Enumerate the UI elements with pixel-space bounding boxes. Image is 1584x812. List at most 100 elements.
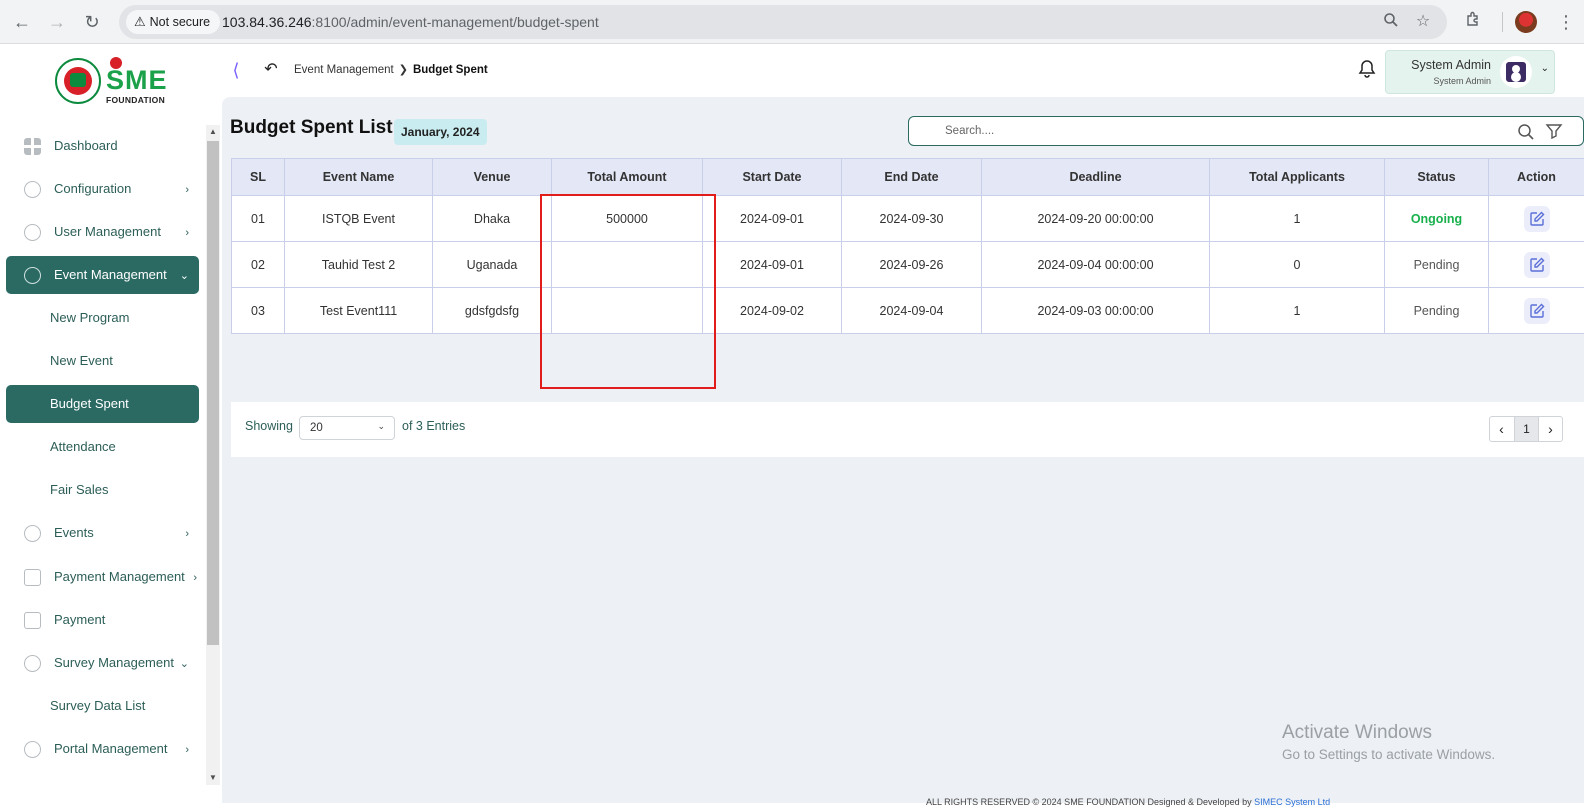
cell-deadline: 2024-09-04 00:00:00 <box>981 241 1210 288</box>
star-icon[interactable]: ☆ <box>1413 12 1433 32</box>
sme-foundation-logo[interactable]: SME FOUNDATION <box>55 55 175 107</box>
sidebar-item-survey-management[interactable]: Survey Management ⌄ <box>6 644 199 682</box>
cell-total-applicants: 0 <box>1209 241 1385 288</box>
chevron-down-icon: ⌄ <box>179 658 189 670</box>
sidebar-item-user-management[interactable]: User Management › <box>6 213 199 251</box>
more-icon[interactable]: ⋮ <box>1556 11 1576 33</box>
sidebar-menu: Dashboard Configuration › User Managemen… <box>0 125 206 785</box>
cell-action <box>1488 195 1584 242</box>
security-chip[interactable]: ⚠ Not secure <box>126 10 221 34</box>
extensions-icon[interactable] <box>1462 11 1484 33</box>
cell-sl: 02 <box>231 241 285 288</box>
windows-activation-watermark: Activate Windows Go to Settings to activ… <box>1282 722 1496 762</box>
address-bar[interactable]: ⚠ Not secure 103.84.36.246:8100/admin/eve… <box>119 5 1447 39</box>
money-icon <box>24 569 41 586</box>
table-header-row: SL Event Name Venue Total Amount Start D… <box>231 158 1584 196</box>
cell-deadline: 2024-09-20 00:00:00 <box>981 195 1210 242</box>
back-icon[interactable]: ← <box>11 11 33 33</box>
pie-icon <box>24 655 41 672</box>
status-badge: Pending <box>1384 241 1489 288</box>
edit-icon[interactable] <box>1523 251 1550 278</box>
browser-toolbar: ← → ↻ ⚠ Not secure 103.84.36.246:8100/adm… <box>0 0 1584 44</box>
column-header-status: Status <box>1384 158 1489 196</box>
url-text[interactable]: 103.84.36.246:8100/admin/event-managemen… <box>222 5 599 39</box>
cell-event-name: Tauhid Test 2 <box>284 241 433 288</box>
scroll-up-icon[interactable]: ▲ <box>206 125 220 139</box>
column-header-event-name: Event Name <box>284 158 433 196</box>
sidebar-item-payment[interactable]: Payment <box>6 601 199 639</box>
sidebar-item-dashboard[interactable]: Dashboard <box>6 127 199 165</box>
breadcrumb-parent[interactable]: Event Management <box>294 64 394 76</box>
sidebar-item-payment-management[interactable]: Payment Management › <box>6 558 199 596</box>
cell-start-date: 2024-09-01 <box>702 195 842 242</box>
cell-action <box>1488 241 1584 288</box>
lock-icon <box>24 525 41 542</box>
sidebar-item-survey-data-list[interactable]: Survey Data List <box>6 687 199 725</box>
chevron-right-icon: › <box>185 184 189 196</box>
toolbar-divider <box>1502 12 1503 32</box>
back-arrow-icon[interactable]: ↶ <box>262 59 280 81</box>
cell-sl: 01 <box>231 195 285 242</box>
scrollbar-thumb[interactable] <box>207 141 219 645</box>
pagination: ‹ 1 › <box>1489 416 1563 442</box>
column-header-action: Action <box>1488 158 1584 196</box>
money-icon <box>24 612 41 629</box>
sidebar-item-new-event[interactable]: New Event <box>6 342 199 380</box>
lock-icon <box>24 267 41 284</box>
sidebar-item-portal-management[interactable]: Portal Management › <box>6 730 199 768</box>
search-icon[interactable] <box>1517 123 1535 141</box>
sidebar-item-events[interactable]: Events › <box>6 514 199 552</box>
cell-total-amount: 500000 <box>551 195 703 242</box>
cell-end-date: 2024-09-30 <box>841 195 982 242</box>
search-field[interactable] <box>908 116 1584 146</box>
bell-icon[interactable] <box>1358 59 1378 81</box>
chevron-right-icon[interactable]: › <box>1539 417 1562 441</box>
sidebar-item-budget-spent[interactable]: Budget Spent <box>6 385 199 423</box>
user-menu[interactable]: System Admin System Admin ⌄ <box>1385 50 1555 94</box>
profile-avatar[interactable] <box>1515 11 1537 33</box>
sidebar-scrollbar[interactable]: ▲ ▼ <box>206 125 220 785</box>
cell-start-date: 2024-09-01 <box>702 241 842 288</box>
chevron-right-icon: › <box>185 528 189 540</box>
date-chip[interactable]: January, 2024 <box>394 119 487 145</box>
budget-table: SL Event Name Venue Total Amount Start D… <box>231 158 1584 334</box>
developer-link[interactable]: SIMEC System Ltd <box>1254 797 1330 807</box>
column-header-venue: Venue <box>432 158 552 196</box>
page-size-select[interactable]: 20 ⌄ <box>299 416 395 440</box>
search-input[interactable] <box>945 120 1505 142</box>
cell-end-date: 2024-09-04 <box>841 287 982 334</box>
status-badge: Pending <box>1384 287 1489 334</box>
scroll-down-icon[interactable]: ▼ <box>206 771 220 785</box>
user-icon <box>24 224 41 241</box>
cell-end-date: 2024-09-26 <box>841 241 982 288</box>
cell-total-applicants: 1 <box>1209 195 1385 242</box>
zoom-icon[interactable] <box>1381 12 1401 32</box>
edit-icon[interactable] <box>1523 297 1550 324</box>
reload-icon[interactable]: ↻ <box>81 11 103 33</box>
chevron-left-icon[interactable]: ‹ <box>1490 417 1513 441</box>
cell-start-date: 2024-09-02 <box>702 287 842 334</box>
page-number-button[interactable]: 1 <box>1514 417 1539 441</box>
sidebar-item-configuration[interactable]: Configuration › <box>6 170 199 208</box>
table-row: 03 Test Event111 gdsfgdsfg 2024-09-02 20… <box>231 287 1584 334</box>
table-row: 02 Tauhid Test 2 Uganada 2024-09-01 2024… <box>231 241 1584 288</box>
cell-sl: 03 <box>231 287 285 334</box>
cell-total-amount <box>551 287 703 334</box>
warning-icon: ⚠ <box>134 14 146 29</box>
page-title: Budget Spent List <box>230 117 393 138</box>
sidebar-item-fair-sales[interactable]: Fair Sales <box>6 471 199 509</box>
chevron-right-icon: › <box>185 744 189 756</box>
cell-total-amount <box>551 241 703 288</box>
app-container: SME FOUNDATION Dashboard Configuration ›… <box>0 45 1584 812</box>
sidebar-item-new-program[interactable]: New Program <box>6 299 199 337</box>
sidebar: SME FOUNDATION Dashboard Configuration ›… <box>0 45 222 812</box>
collapse-sidebar-icon[interactable]: ⟨ <box>228 59 244 81</box>
cell-venue: gdsfgdsfg <box>432 287 552 334</box>
forward-icon[interactable]: → <box>46 11 68 33</box>
sidebar-item-attendance[interactable]: Attendance <box>6 428 199 466</box>
sidebar-item-event-management[interactable]: Event Management ⌄ <box>6 256 199 294</box>
filter-icon[interactable] <box>1545 122 1563 140</box>
chevron-right-icon: ❯ <box>398 64 408 76</box>
bangladesh-emblem-icon <box>55 58 101 104</box>
edit-icon[interactable] <box>1523 205 1550 232</box>
